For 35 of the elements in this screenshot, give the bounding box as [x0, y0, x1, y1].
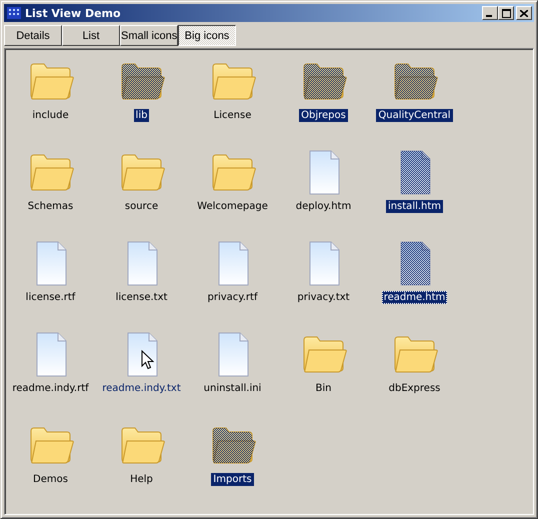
tab[interactable]: List [62, 25, 120, 46]
item-label[interactable]: readme.indy.txt [100, 382, 183, 395]
item-label[interactable]: source [122, 200, 160, 213]
item-label[interactable]: Bin [314, 382, 334, 395]
item-label[interactable]: privacy.txt [295, 291, 352, 304]
item-label[interactable]: lib [134, 109, 150, 122]
close-icon [520, 10, 528, 16]
close-button[interactable] [516, 6, 532, 20]
item-label[interactable]: Schemas [26, 200, 76, 213]
item-label[interactable]: License [212, 109, 254, 122]
item-label[interactable]: deploy.htm [294, 200, 354, 213]
item-label[interactable]: readme.indy.rtf [10, 382, 91, 395]
tab[interactable]: Details [4, 25, 62, 46]
item-label[interactable]: Objrepos [299, 109, 348, 122]
item-label[interactable]: install.htm [386, 200, 444, 213]
item-label[interactable]: Demos [31, 473, 70, 486]
maximize-icon [502, 8, 510, 18]
window-title: List View Demo [25, 6, 122, 20]
tab[interactable]: Big icons [178, 25, 236, 46]
item-label[interactable]: license.txt [114, 291, 170, 304]
item-label[interactable]: license.rtf [24, 291, 78, 304]
mouse-pointer-icon [141, 350, 154, 370]
item-label[interactable]: Imports [211, 473, 254, 486]
item-label[interactable]: privacy.rtf [205, 291, 260, 304]
item-label[interactable]: uninstall.ini [202, 382, 264, 395]
item-label[interactable]: include [30, 109, 71, 122]
maximize-button[interactable] [498, 6, 514, 20]
item-label[interactable]: readme.htm [382, 291, 448, 304]
item-label[interactable]: QualityCentral [376, 109, 453, 122]
tab[interactable]: Small icons [120, 25, 178, 46]
app-icon [6, 5, 22, 21]
item-label[interactable]: Welcomepage [195, 200, 270, 213]
item-label[interactable]: dbExpress [386, 382, 442, 395]
item-label[interactable]: Help [128, 473, 155, 486]
minimize-button[interactable] [482, 6, 498, 20]
